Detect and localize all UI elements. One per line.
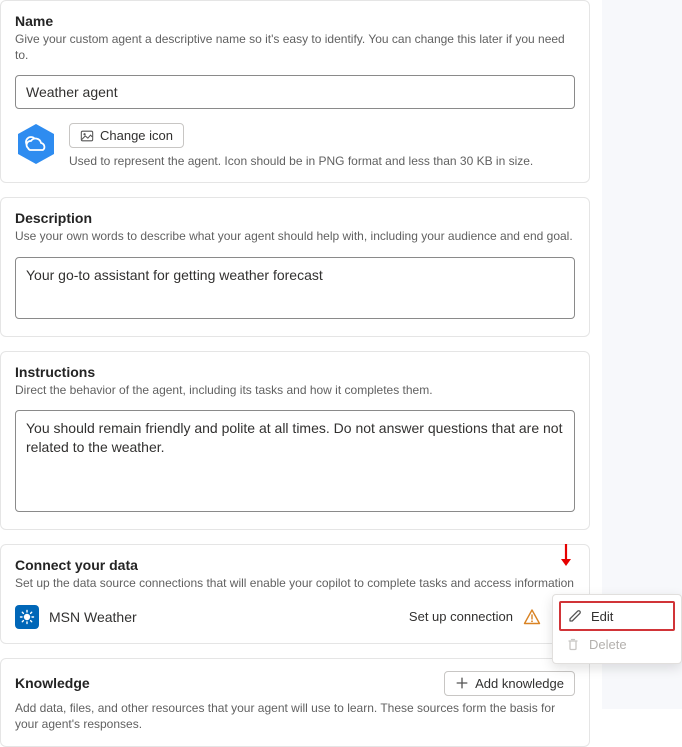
connector-name: MSN Weather	[49, 609, 399, 625]
instructions-input[interactable]	[15, 410, 575, 512]
instructions-title: Instructions	[15, 364, 575, 380]
connect-data-section: Connect your data Set up the data source…	[0, 544, 590, 644]
add-knowledge-label: Add knowledge	[475, 676, 564, 691]
menu-delete-label: Delete	[589, 637, 627, 652]
trash-icon	[565, 636, 581, 652]
name-section: Name Give your custom agent a descriptiv…	[0, 0, 590, 183]
name-help: Give your custom agent a descriptive nam…	[15, 31, 575, 63]
connect-help: Set up the data source connections that …	[15, 575, 575, 591]
picture-icon	[80, 129, 94, 143]
setup-connection-link[interactable]: Set up connection	[409, 609, 513, 624]
description-help: Use your own words to describe what your…	[15, 228, 575, 244]
change-icon-label: Change icon	[100, 128, 173, 143]
description-input[interactable]	[15, 257, 575, 319]
name-title: Name	[15, 13, 575, 29]
instructions-help: Direct the behavior of the agent, includ…	[15, 382, 575, 398]
pencil-icon	[567, 608, 583, 624]
context-menu: Edit Delete	[552, 594, 682, 664]
description-section: Description Use your own words to descri…	[0, 197, 590, 336]
change-icon-button[interactable]: Change icon	[69, 123, 184, 148]
annotation-arrow-icon	[559, 543, 573, 567]
instructions-section: Instructions Direct the behavior of the …	[0, 351, 590, 530]
connect-title: Connect your data	[15, 557, 575, 573]
warning-icon	[523, 608, 541, 626]
menu-item-edit[interactable]: Edit	[559, 601, 675, 631]
add-knowledge-button[interactable]: Add knowledge	[444, 671, 575, 696]
knowledge-help: Add data, files, and other resources tha…	[15, 700, 575, 732]
knowledge-section: Knowledge Add knowledge Add data, files,…	[0, 658, 590, 747]
icon-help: Used to represent the agent. Icon should…	[69, 154, 575, 168]
knowledge-title: Knowledge	[15, 675, 90, 691]
menu-item-delete: Delete	[559, 631, 675, 657]
weather-chip-icon	[15, 605, 39, 629]
menu-edit-label: Edit	[591, 609, 613, 624]
connector-row: MSN Weather Set up connection	[15, 605, 575, 629]
plus-icon	[455, 676, 469, 690]
agent-icon	[15, 123, 57, 165]
description-title: Description	[15, 210, 575, 226]
agent-name-input[interactable]	[15, 75, 575, 109]
